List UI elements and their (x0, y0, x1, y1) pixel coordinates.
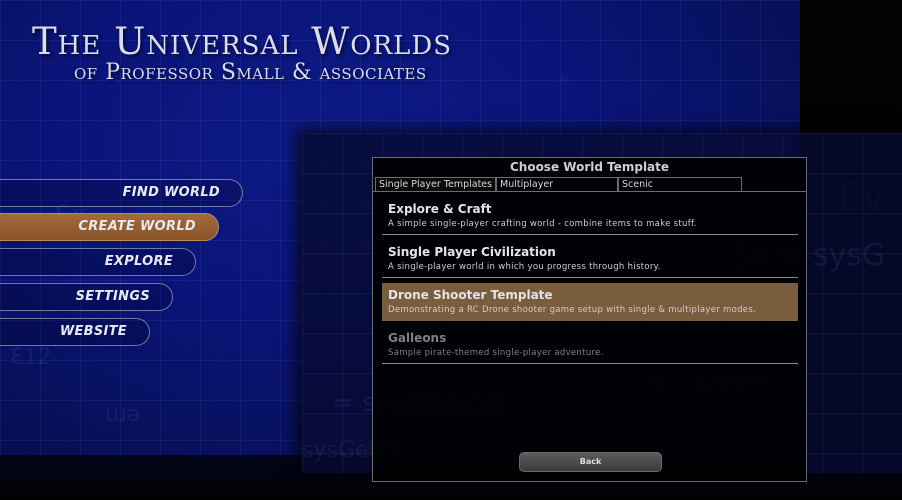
find-world-button[interactable]: FIND WORLD (0, 179, 243, 207)
template-description: Sample pirate-themed single-player adven… (388, 348, 604, 358)
tab-label: Scenic (622, 179, 653, 190)
tab-multiplayer[interactable]: Multiplayer (496, 177, 618, 192)
app-title: The Universal Worlds (32, 20, 453, 63)
tab-label: Single Player Templates (379, 179, 493, 190)
tab-single-player-templates[interactable]: Single Player Templates (375, 177, 496, 192)
choose-world-template-dialog: Choose World Template Single Player Temp… (372, 157, 807, 482)
create-world-button[interactable]: CREATE WORLD (0, 213, 219, 241)
website-label: WEBSITE (59, 324, 127, 339)
template-explore-craft[interactable]: Explore & Craft A simple single-player c… (382, 197, 798, 235)
template-title: Explore & Craft (388, 202, 492, 216)
template-title: Drone Shooter Template (388, 288, 553, 302)
settings-label: SETTINGS (75, 289, 150, 304)
template-description: Demonstrating a RC Drone shooter game se… (388, 305, 757, 315)
tab-divider (373, 191, 806, 192)
tab-scenic[interactable]: Scenic (618, 177, 742, 192)
website-button[interactable]: WEBSITE (0, 318, 150, 346)
back-button[interactable]: Back (519, 452, 662, 472)
template-title: Single Player Civilization (388, 245, 556, 259)
back-label: Back (579, 457, 602, 466)
find-world-label: FIND WORLD (122, 185, 220, 200)
app-subtitle: of Professor Small & associates (74, 60, 427, 85)
tab-label: Multiplayer (500, 179, 554, 190)
template-single-player-civilization[interactable]: Single Player Civilization A single-play… (382, 240, 798, 278)
template-description: A single-player world in which you progr… (388, 262, 661, 272)
template-drone-shooter[interactable]: Drone Shooter Template Demonstrating a R… (382, 283, 798, 321)
template-description: A simple single-player crafting world - … (388, 219, 697, 229)
explore-label: EXPLORE (104, 254, 173, 269)
template-title: Galleons (388, 331, 447, 345)
template-galleons[interactable]: Galleons Sample pirate-themed single-pla… (382, 326, 798, 364)
dialog-title: Choose World Template (509, 160, 670, 174)
settings-button[interactable]: SETTINGS (0, 283, 173, 311)
create-world-label: CREATE WORLD (78, 219, 196, 234)
explore-button[interactable]: EXPLORE (0, 248, 196, 276)
